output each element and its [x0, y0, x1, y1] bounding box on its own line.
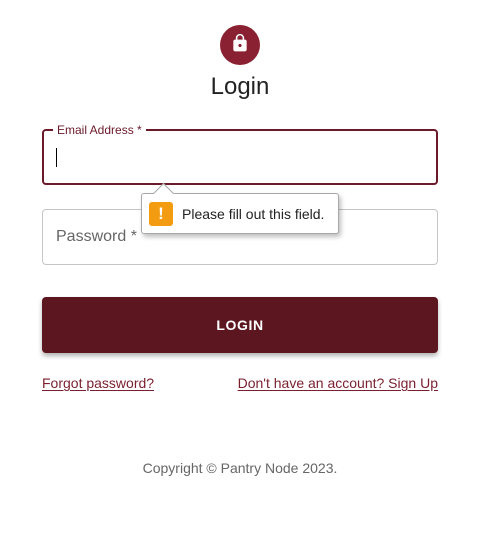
text-cursor: [56, 148, 57, 167]
email-field-label: Email Address *: [53, 122, 146, 138]
avatar: [220, 25, 260, 65]
validation-message: Please fill out this field.: [182, 205, 325, 222]
page-title: Login: [210, 73, 270, 100]
forgot-password-link[interactable]: Forgot password?: [42, 375, 154, 391]
tooltip-arrow: [152, 182, 175, 205]
validation-tooltip: ! Please fill out this field.: [141, 182, 339, 234]
email-field[interactable]: Email Address *: [42, 122, 438, 185]
lock-icon: [230, 33, 250, 58]
warning-icon: !: [149, 201, 173, 226]
password-field-label: Password *: [56, 228, 137, 245]
copyright-text: Copyright © Pantry Node 2023.: [142, 460, 338, 476]
login-button[interactable]: LOGIN: [42, 297, 438, 353]
sign-up-link[interactable]: Don't have an account? Sign Up: [238, 375, 438, 391]
